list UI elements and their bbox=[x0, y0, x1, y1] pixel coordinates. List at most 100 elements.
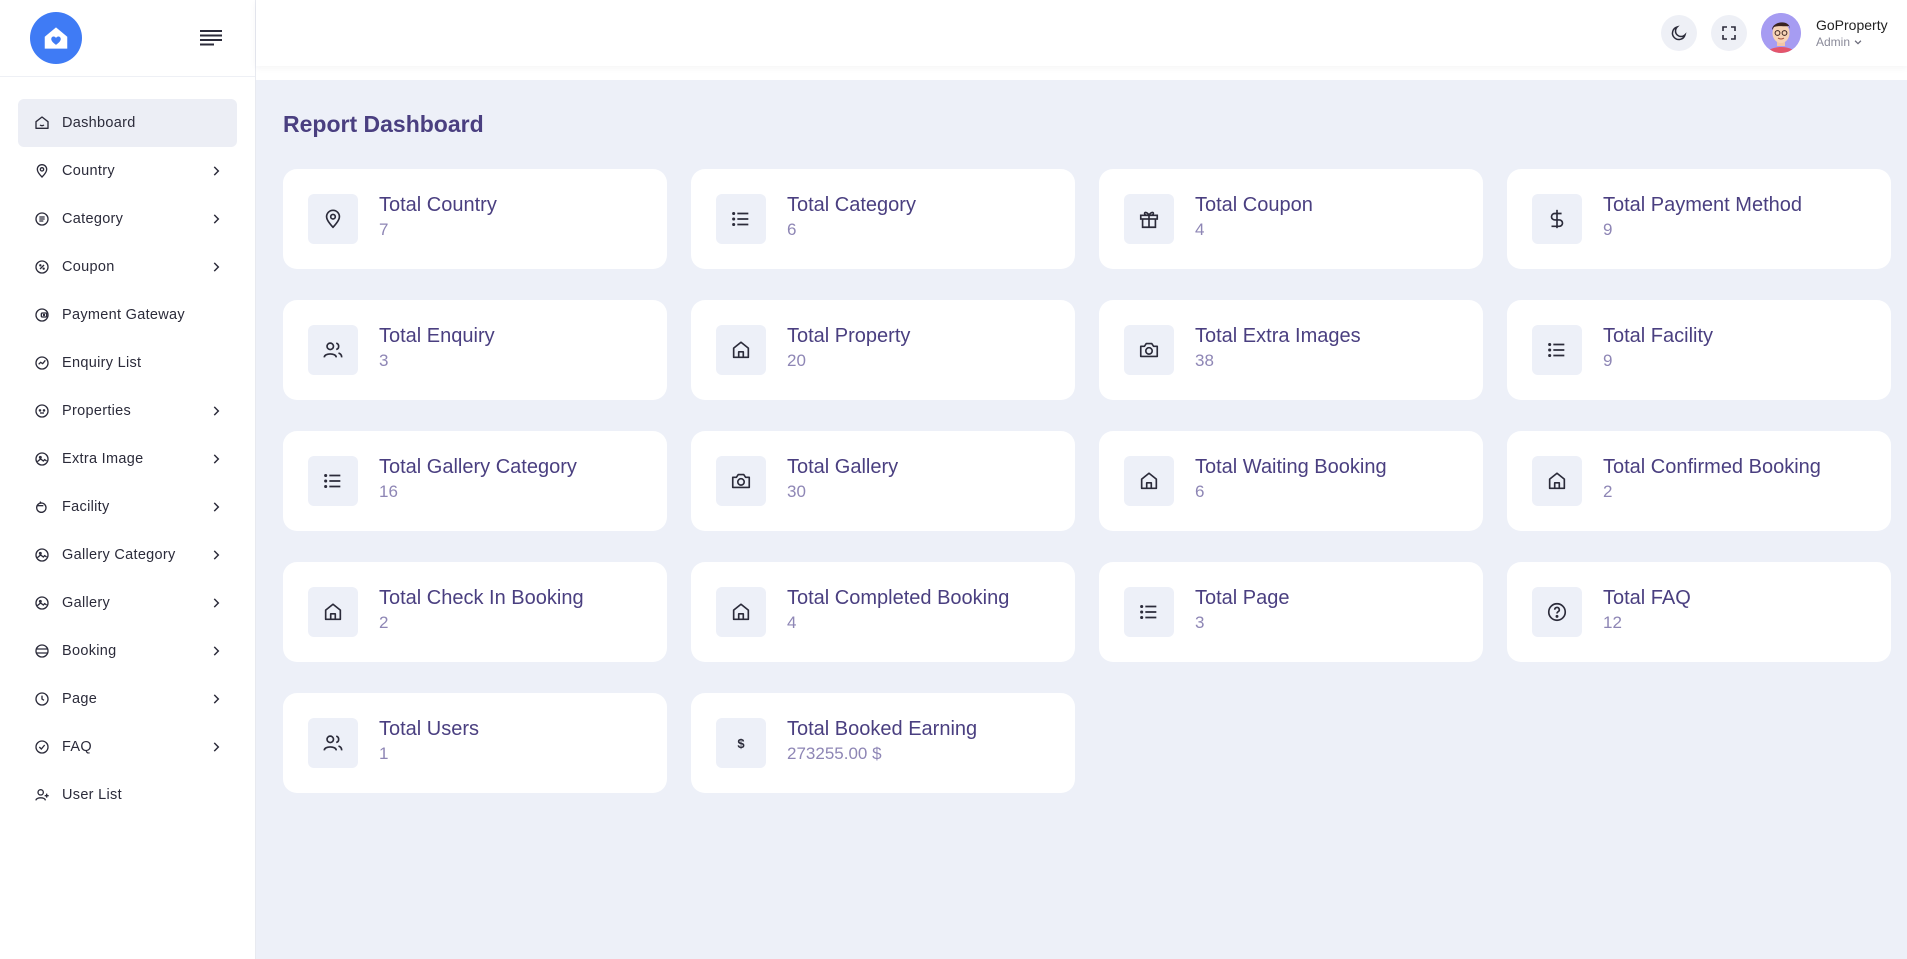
sidebar-item-payment-gateway[interactable]: Payment Gateway bbox=[18, 291, 237, 339]
card-value: 3 bbox=[1195, 613, 1205, 632]
sidebar-item-label: Enquiry List bbox=[62, 355, 142, 371]
sidebar-item-booking[interactable]: Booking bbox=[18, 627, 237, 675]
chevron-down-icon bbox=[1854, 40, 1862, 45]
stat-card-total-coupon[interactable]: Total Coupon 4 bbox=[1099, 169, 1483, 269]
sidebar-nav: Dashboard Country Category Coupon Paymen… bbox=[0, 99, 255, 819]
sidebar-item-gallery[interactable]: Gallery bbox=[18, 579, 237, 627]
list-icon bbox=[716, 194, 766, 244]
sidebar-item-enquiry-list[interactable]: Enquiry List bbox=[18, 339, 237, 387]
sidebar-item-label: User List bbox=[62, 787, 122, 803]
fullscreen-button[interactable] bbox=[1711, 15, 1747, 51]
card-title: Total Gallery bbox=[787, 456, 899, 478]
card-title: Total Facility bbox=[1603, 325, 1714, 347]
home-icon bbox=[1124, 456, 1174, 506]
stat-card-total-page[interactable]: Total Page 3 bbox=[1099, 562, 1483, 662]
image-icon bbox=[34, 451, 50, 467]
card-value: 6 bbox=[787, 220, 797, 239]
card-value: 3 bbox=[379, 351, 389, 370]
user-role-dropdown[interactable]: Admin bbox=[1816, 35, 1863, 49]
card-value: 1 bbox=[379, 744, 389, 763]
stat-card-total-check-in-booking[interactable]: Total Check In Booking 2 bbox=[283, 562, 667, 662]
stat-card-total-waiting-booking[interactable]: Total Waiting Booking 6 bbox=[1099, 431, 1483, 531]
stat-card-total-property[interactable]: Total Property 20 bbox=[691, 300, 1075, 400]
logo[interactable] bbox=[30, 12, 82, 64]
users-icon bbox=[308, 325, 358, 375]
sidebar-item-extra-image[interactable]: Extra Image bbox=[18, 435, 237, 483]
user-role-label: Admin bbox=[1816, 35, 1851, 49]
sidebar-item-dashboard[interactable]: Dashboard bbox=[18, 99, 237, 147]
sidebar-item-faq[interactable]: FAQ bbox=[18, 723, 237, 771]
sidebar-item-country[interactable]: Country bbox=[18, 147, 237, 195]
card-title: Total FAQ bbox=[1603, 587, 1691, 609]
sidebar-item-label: FAQ bbox=[62, 739, 92, 755]
sidebar: Dashboard Country Category Coupon Paymen… bbox=[0, 0, 256, 959]
sidebar-divider bbox=[0, 76, 255, 77]
sidebar-item-label: Facility bbox=[62, 499, 110, 515]
chevron-right-icon bbox=[209, 452, 223, 466]
list-icon bbox=[308, 456, 358, 506]
dark-mode-toggle-button[interactable] bbox=[1661, 15, 1697, 51]
card-title: Total Gallery Category bbox=[379, 456, 577, 478]
card-title: Total Users bbox=[379, 718, 480, 740]
main-content: Report Dashboard Total Country 7 Total C… bbox=[256, 80, 1907, 959]
stat-card-total-booked-earning[interactable]: $ Total Booked Earning 273255.00 $ bbox=[691, 693, 1075, 793]
sidebar-item-page[interactable]: Page bbox=[18, 675, 237, 723]
card-title: Total Payment Method bbox=[1603, 194, 1802, 216]
user-name[interactable]: GoProperty bbox=[1816, 17, 1888, 33]
help-circle-icon bbox=[1532, 587, 1582, 637]
avatar[interactable] bbox=[1761, 13, 1801, 53]
card-value: 12 bbox=[1603, 613, 1622, 632]
card-value: 9 bbox=[1603, 351, 1613, 370]
stat-card-total-country[interactable]: Total Country 7 bbox=[283, 169, 667, 269]
stat-card-total-gallery[interactable]: Total Gallery 30 bbox=[691, 431, 1075, 531]
stat-card-total-payment-method[interactable]: Total Payment Method 9 bbox=[1507, 169, 1891, 269]
map-pin-icon bbox=[34, 163, 50, 179]
building-icon bbox=[34, 403, 50, 419]
sidebar-item-category[interactable]: Category bbox=[18, 195, 237, 243]
user-avatar-icon bbox=[1761, 13, 1801, 53]
sidebar-item-label: Payment Gateway bbox=[62, 307, 185, 323]
list-icon bbox=[1532, 325, 1582, 375]
fullscreen-icon bbox=[1722, 26, 1736, 40]
sidebar-item-gallery-category[interactable]: Gallery Category bbox=[18, 531, 237, 579]
stat-card-total-extra-images[interactable]: Total Extra Images 38 bbox=[1099, 300, 1483, 400]
menu-toggle-button[interactable] bbox=[197, 24, 225, 52]
stat-card-total-enquiry[interactable]: Total Enquiry 3 bbox=[283, 300, 667, 400]
home-icon bbox=[308, 587, 358, 637]
dollar-sign-icon: $ bbox=[716, 718, 766, 768]
card-title: Total Category bbox=[787, 194, 916, 216]
card-title: Total Waiting Booking bbox=[1195, 456, 1387, 478]
sidebar-item-label: Properties bbox=[62, 403, 132, 419]
sidebar-item-coupon[interactable]: Coupon bbox=[18, 243, 237, 291]
sidebar-item-user-list[interactable]: User List bbox=[18, 771, 237, 819]
card-value: 9 bbox=[1603, 220, 1613, 239]
card-title: Total Check In Booking bbox=[379, 587, 584, 609]
card-title: Total Booked Earning bbox=[787, 718, 978, 740]
user-plus-icon bbox=[34, 787, 50, 803]
sidebar-header bbox=[0, 0, 255, 76]
stat-card-total-category[interactable]: Total Category 6 bbox=[691, 169, 1075, 269]
stat-card-total-users[interactable]: Total Users 1 bbox=[283, 693, 667, 793]
sidebar-item-label: Category bbox=[62, 211, 124, 227]
sidebar-item-facility[interactable]: Facility bbox=[18, 483, 237, 531]
page-icon bbox=[34, 691, 50, 707]
chevron-right-icon bbox=[209, 260, 223, 274]
stat-card-total-facility[interactable]: Total Facility 9 bbox=[1507, 300, 1891, 400]
camera-icon bbox=[716, 456, 766, 506]
card-title: Total Confirmed Booking bbox=[1603, 456, 1821, 478]
stat-card-total-faq[interactable]: Total FAQ 12 bbox=[1507, 562, 1891, 662]
card-title: Total Extra Images bbox=[1195, 325, 1361, 347]
sidebar-item-properties[interactable]: Properties bbox=[18, 387, 237, 435]
chevron-right-icon bbox=[209, 596, 223, 610]
stat-card-total-confirmed-booking[interactable]: Total Confirmed Booking 2 bbox=[1507, 431, 1891, 531]
card-title: Total Completed Booking bbox=[787, 587, 1010, 609]
stat-card-total-completed-booking[interactable]: Total Completed Booking 4 bbox=[691, 562, 1075, 662]
sidebar-item-label: Booking bbox=[62, 643, 117, 659]
category-icon bbox=[34, 211, 50, 227]
home-icon bbox=[716, 587, 766, 637]
page-title: Report Dashboard bbox=[283, 111, 484, 137]
chevron-right-icon bbox=[209, 164, 223, 178]
camera-icon bbox=[1124, 325, 1174, 375]
card-value: 4 bbox=[1195, 220, 1205, 239]
stat-card-total-gallery-category[interactable]: Total Gallery Category 16 bbox=[283, 431, 667, 531]
